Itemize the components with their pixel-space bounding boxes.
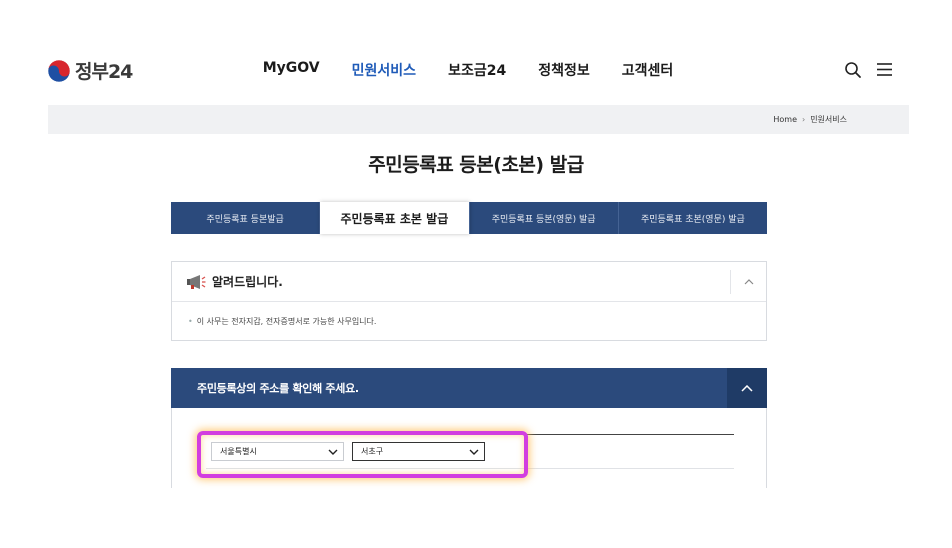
search-icon[interactable]	[844, 61, 862, 79]
chevron-down-icon	[328, 449, 338, 455]
tab-resident-copy[interactable]: 주민등록표 등본발급	[171, 202, 321, 234]
breadcrumb: Home › 민원서비스	[773, 114, 847, 125]
nav-item-subsidy24[interactable]: 보조금24	[448, 60, 506, 80]
address-section-header: 주민등록상의 주소를 확인해 주세요.	[171, 368, 767, 408]
hamburger-menu-icon[interactable]	[876, 62, 893, 77]
site-header: 정부24 MyGOV 민원서비스 보조금24 정책정보 고객센터	[0, 0, 952, 105]
sido-select[interactable]: 서울특별시	[211, 442, 344, 461]
tab-resident-abstract-english[interactable]: 주민등록표 초본(영문) 발급	[618, 202, 767, 234]
chevron-up-icon	[744, 279, 753, 285]
chevron-down-icon	[469, 449, 479, 455]
sigungu-selected-value: 서초구	[361, 447, 384, 456]
tab-resident-copy-english[interactable]: 주민등록표 등본(영문) 발급	[469, 202, 619, 234]
breadcrumb-current[interactable]: 민원서비스	[810, 114, 847, 125]
nav-item-mygov[interactable]: MyGOV	[263, 60, 320, 80]
chevron-up-icon	[741, 384, 753, 392]
notice-body: • 이 사무는 전자지갑, 전자증명서로 가능한 사무입니다.	[172, 302, 766, 327]
address-section-title: 주민등록상의 주소를 확인해 주세요.	[197, 382, 359, 395]
issuance-tabs: 주민등록표 등본발급 주민등록표 초본 발급 주민등록표 등본(영문) 발급 주…	[171, 202, 767, 234]
breadcrumb-home[interactable]: Home	[773, 115, 797, 124]
page-title: 주민등록표 등본(초본) 발급	[368, 154, 584, 176]
notice-header: 알려드립니다.	[172, 262, 766, 302]
tab-resident-abstract[interactable]: 주민등록표 초본 발급	[320, 202, 470, 234]
sido-selected-value: 서울특별시	[220, 447, 257, 456]
notice-collapse-button[interactable]	[730, 270, 766, 294]
notice-text: 이 사무는 전자지갑, 전자증명서로 가능한 사무입니다.	[196, 317, 377, 326]
nav-item-policy-info[interactable]: 정책정보	[538, 60, 590, 80]
main-nav: MyGOV 민원서비스 보조금24 정책정보 고객센터	[0, 60, 952, 80]
nav-item-civil-service[interactable]: 민원서비스	[352, 60, 416, 80]
address-collapse-button[interactable]	[727, 368, 767, 408]
nav-item-customer-center[interactable]: 고객센터	[622, 60, 674, 80]
bullet-icon: •	[188, 317, 193, 326]
breadcrumb-bar: Home › 민원서비스	[48, 105, 909, 134]
notice-title: 알려드립니다.	[212, 275, 283, 289]
megaphone-icon	[187, 274, 206, 289]
chevron-right-icon: ›	[801, 115, 806, 124]
notice-panel: 알려드립니다. • 이 사무는 전자지갑, 전자증명서로 가능한 사무입니다.	[171, 261, 767, 341]
sigungu-select[interactable]: 서초구	[352, 442, 485, 461]
